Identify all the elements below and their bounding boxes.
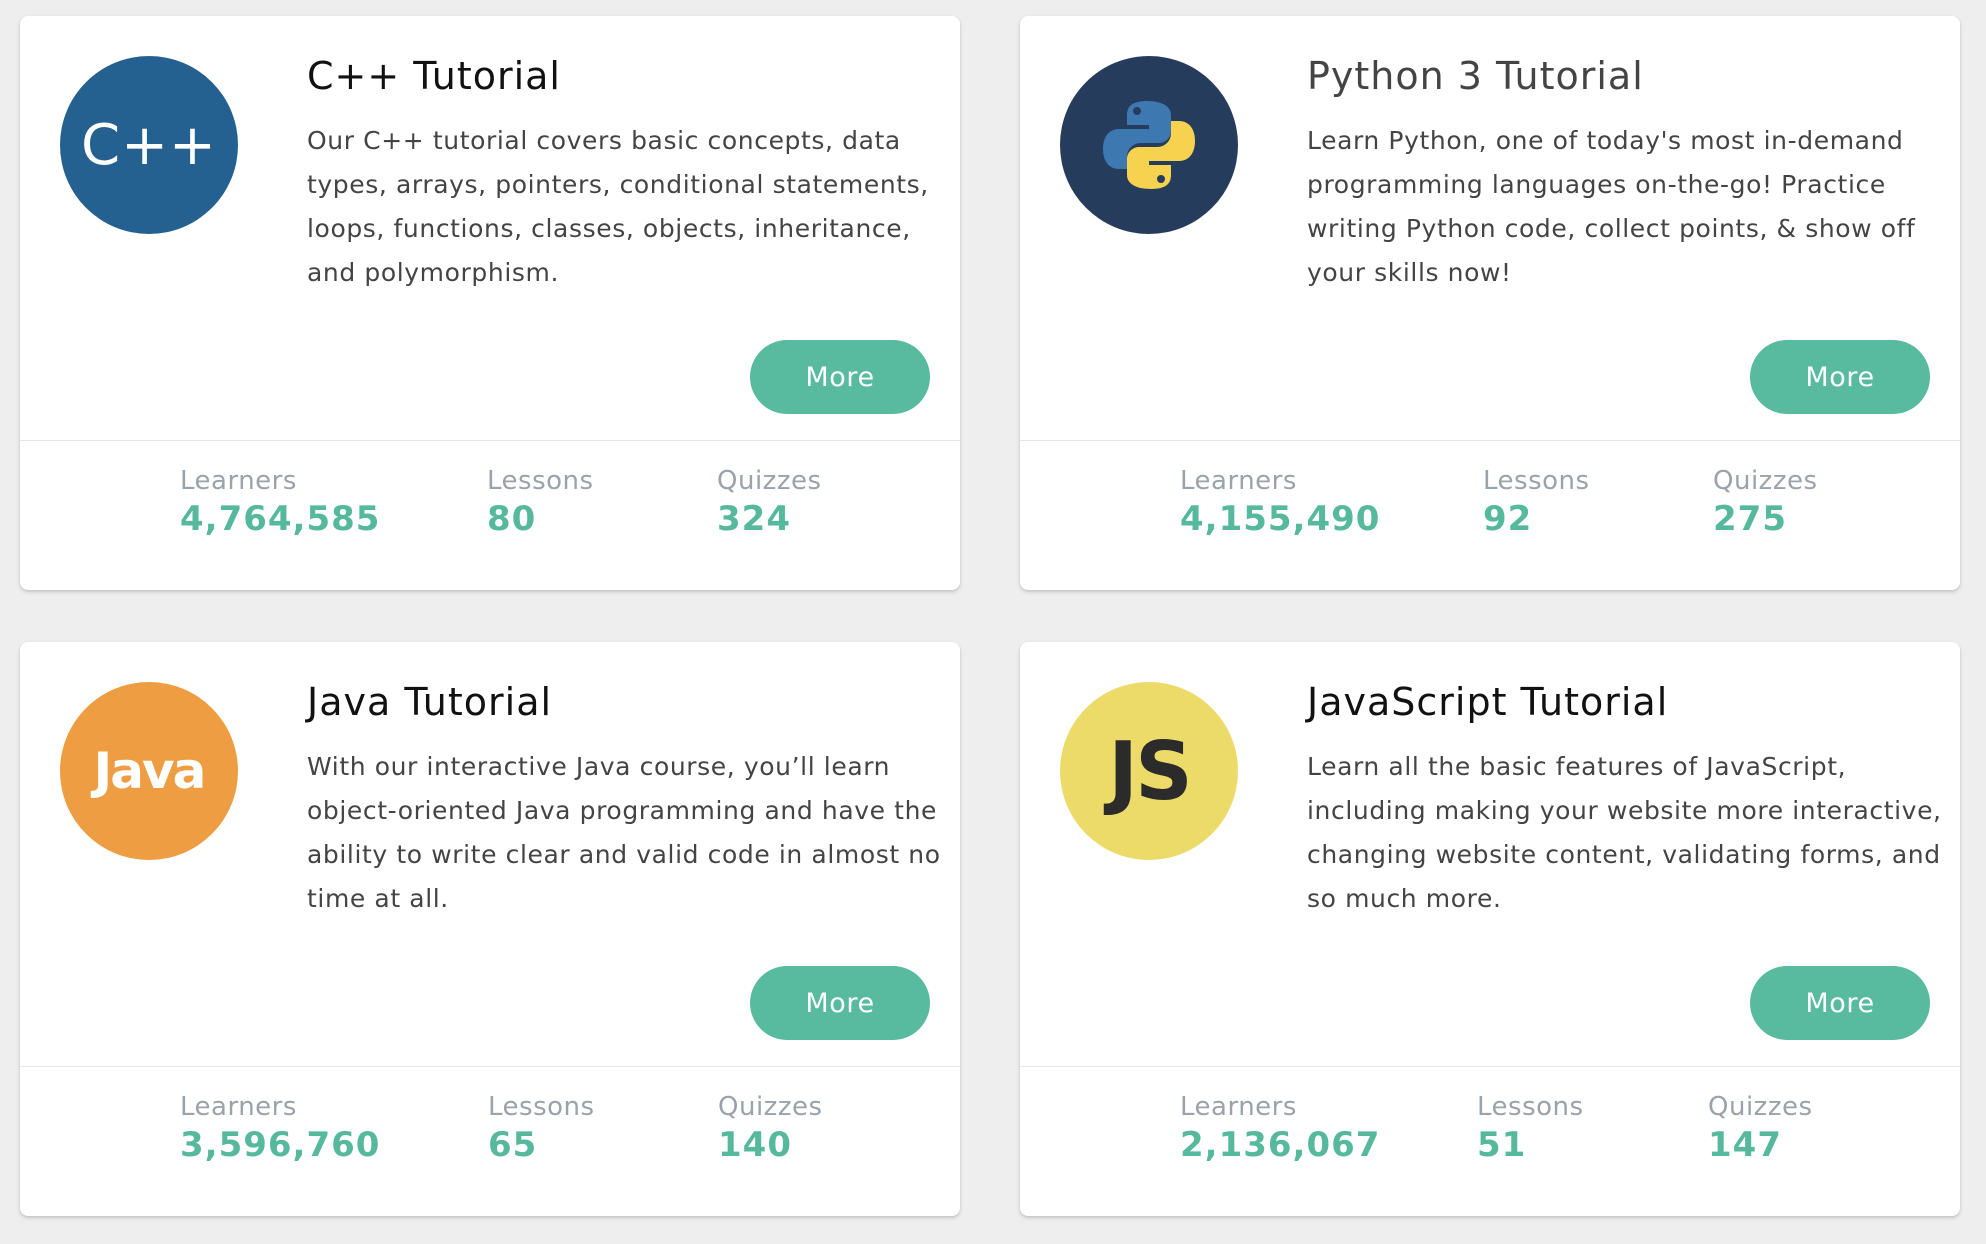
java-logo-text: Java	[93, 742, 207, 800]
divider	[1020, 440, 1960, 441]
stat-value: 324	[717, 499, 791, 540]
stat-quizzes: Quizzes 275	[1713, 466, 1818, 540]
stat-label: Lessons	[488, 1092, 595, 1122]
more-button[interactable]: More	[750, 340, 930, 414]
divider	[1020, 1066, 1960, 1067]
stat-label: Quizzes	[1708, 1092, 1813, 1122]
course-description: With our interactive Java course, you’ll…	[307, 752, 941, 913]
stat-label: Quizzes	[718, 1092, 823, 1122]
stat-label: Lessons	[487, 466, 594, 496]
stat-label: Learners	[180, 1092, 297, 1122]
stat-label: Learners	[1180, 1092, 1297, 1122]
stat-value: 140	[718, 1125, 792, 1166]
stat-value: 4,155,490	[1180, 499, 1381, 540]
stat-learners: Learners 2,136,067	[1180, 1092, 1380, 1166]
course-description: Learn Python, one of today's most in-dem…	[1307, 126, 1916, 287]
more-button[interactable]: More	[1750, 966, 1930, 1040]
stat-quizzes: Quizzes 147	[1708, 1092, 1813, 1166]
course-title: Java Tutorial	[307, 680, 553, 724]
stat-value: 4,764,585	[180, 499, 381, 540]
stat-value: 275	[1713, 499, 1787, 540]
cpp-logo-text: C++	[81, 112, 217, 178]
stat-learners: Learners 4,155,490	[1180, 466, 1380, 540]
stat-label: Learners	[1180, 466, 1297, 496]
more-button[interactable]: More	[1750, 340, 1930, 414]
stat-value: 147	[1708, 1125, 1782, 1166]
course-card-python: Python 3 Tutorial Learn Python, one of t…	[1020, 16, 1960, 590]
course-card-javascript: JS JavaScript Tutorial Learn all the bas…	[1020, 642, 1960, 1216]
stat-value: 80	[487, 499, 537, 540]
stat-value: 51	[1477, 1125, 1527, 1166]
course-title: JavaScript Tutorial	[1307, 680, 1669, 724]
divider	[20, 440, 960, 441]
stat-label: Lessons	[1483, 466, 1590, 496]
cpp-logo-icon: C++	[60, 56, 238, 234]
python-logo-icon	[1060, 56, 1238, 234]
stat-label: Lessons	[1477, 1092, 1584, 1122]
stat-quizzes: Quizzes 324	[717, 466, 822, 540]
course-description: Learn all the basic features of JavaScri…	[1307, 752, 1942, 913]
stat-value: 3,596,760	[180, 1125, 381, 1166]
stat-label: Quizzes	[1713, 466, 1818, 496]
stat-lessons: Lessons 65	[488, 1092, 595, 1166]
stat-lessons: Lessons 80	[487, 466, 594, 540]
divider	[20, 1066, 960, 1067]
stat-label: Learners	[180, 466, 297, 496]
course-description: Our C++ tutorial covers basic concepts, …	[307, 126, 929, 287]
stat-quizzes: Quizzes 140	[718, 1092, 823, 1166]
stat-label: Quizzes	[717, 466, 822, 496]
python-snakes-icon	[1103, 101, 1195, 189]
stat-value: 2,136,067	[1180, 1125, 1381, 1166]
stat-lessons: Lessons 51	[1477, 1092, 1584, 1166]
stat-lessons: Lessons 92	[1483, 466, 1590, 540]
stat-value: 65	[488, 1125, 538, 1166]
javascript-logo-text: JS	[1108, 724, 1192, 818]
stat-learners: Learners 4,764,585	[180, 466, 380, 540]
course-title: Python 3 Tutorial	[1307, 54, 1644, 98]
course-card-cpp: C++ C++ Tutorial Our C++ tutorial covers…	[20, 16, 960, 590]
course-card-java: Java Java Tutorial With our interactive …	[20, 642, 960, 1216]
javascript-logo-icon: JS	[1060, 682, 1238, 860]
stat-value: 92	[1483, 499, 1533, 540]
stat-learners: Learners 3,596,760	[180, 1092, 380, 1166]
more-button[interactable]: More	[750, 966, 930, 1040]
java-logo-icon: Java	[60, 682, 238, 860]
course-title: C++ Tutorial	[307, 54, 561, 98]
